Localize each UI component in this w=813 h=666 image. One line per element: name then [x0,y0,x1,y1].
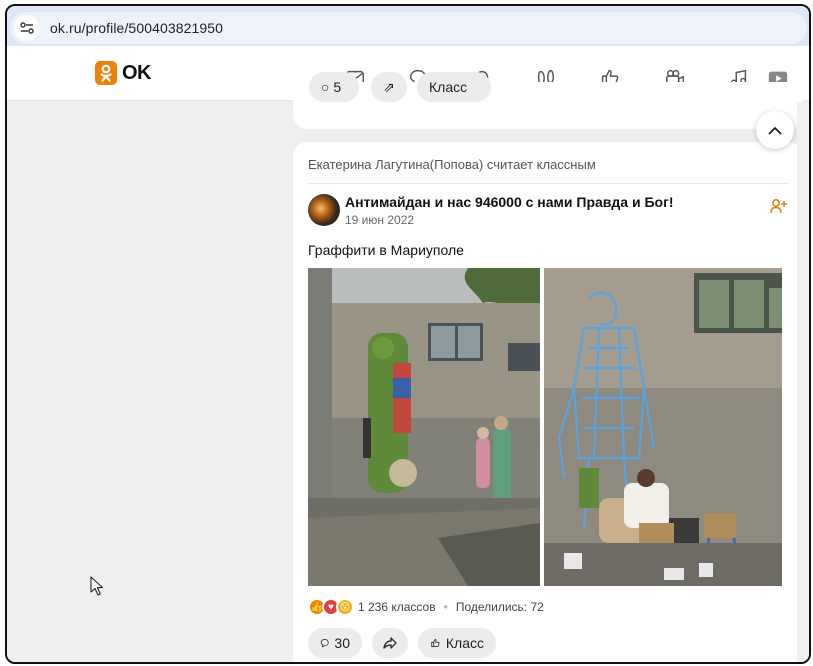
feed: ○ 5 ⇗ Класс Екатерина Лагутина(Попова) с… [281,72,809,662]
prev-comments-count: 5 [333,79,342,95]
post-text: Граффити в Мариуполе [308,242,464,258]
previous-post-actions: ○ 5 ⇗ Класс [293,72,803,129]
group-avatar[interactable] [308,194,340,226]
prev-like-button[interactable]: Класс [417,72,491,102]
site-settings-icon[interactable] [14,15,40,41]
chevron-up-icon [768,126,782,134]
reactions-row[interactable]: 👍 ♥ 😮 1 236 классов • Поделились: 72 [308,598,544,616]
join-group-icon[interactable] [770,198,788,219]
left-column [7,102,281,662]
scroll-up-button[interactable] [756,111,794,149]
liked-by-text[interactable]: Екатерина Лагутина(Попова) считает класс… [308,157,596,172]
post-date[interactable]: 19 июн 2022 [345,213,414,227]
browser-window: ok.ru/profile/500403821950 OK ○ 5 ⇗ Клас… [5,4,811,664]
shares-count[interactable]: Поделились: 72 [456,600,544,614]
ok-logo[interactable]: OK [95,61,152,85]
post-photo-2[interactable] [544,268,782,586]
comments-button[interactable]: 30 [308,628,362,658]
share-icon: ⇗ [383,78,395,95]
thumbs-up-icon [431,638,440,648]
comment-icon [320,639,329,648]
mouse-cursor-icon [90,576,104,601]
like-button[interactable]: Класс [418,628,496,658]
separator-dot: • [443,600,448,614]
share-button[interactable] [372,628,408,658]
scrollbar[interactable] [797,102,809,662]
prev-share-button[interactable]: ⇗ [371,72,407,102]
comment-icon: ○ [321,79,330,95]
address-bar: ok.ru/profile/500403821950 [7,6,809,46]
logo-text: OK [122,61,152,84]
post-card: Екатерина Лагутина(Попова) считает класс… [293,142,803,662]
like-label: Класс [445,635,484,651]
likes-count[interactable]: 1 236 классов [358,600,436,614]
post-photo-1[interactable] [308,268,540,586]
share-icon [383,637,397,649]
wow-reaction-icon: 😮 [336,598,354,616]
ok-logo-icon [95,61,117,85]
comments-count: 30 [334,635,350,651]
group-name[interactable]: Антимайдан и нас 946000 с нами Правда и … [345,194,674,210]
prev-comments-button[interactable]: ○ 5 [309,72,359,102]
url-text[interactable]: ok.ru/profile/500403821950 [50,20,223,36]
prev-like-label: Класс [429,79,468,95]
divider [308,183,789,184]
